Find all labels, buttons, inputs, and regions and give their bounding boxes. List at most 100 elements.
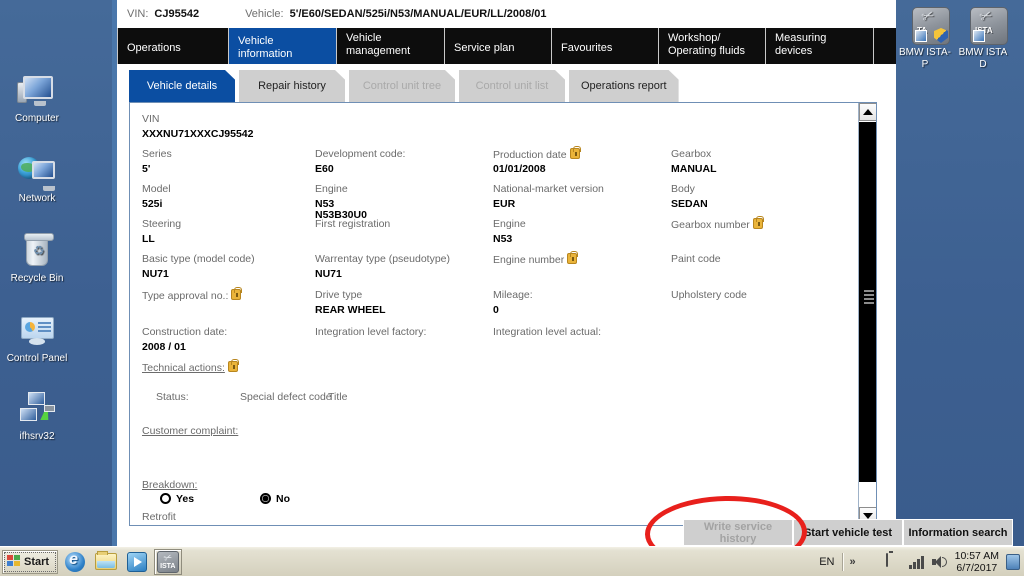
special-defect-code-column-header: Special defect code [240,391,332,403]
subtab-control-unit-tree: Control unit tree [349,70,455,102]
clock-date: 6/7/2017 [956,561,998,574]
field-value-model: 525i [142,198,163,210]
field-label-first-registration: First registration [315,218,391,230]
tab-label: Vehicle information [238,35,293,60]
main-tab-bar: Operations Vehicle information Vehicle m… [117,28,896,64]
field-label-gearbox: Gearbox [671,148,712,160]
desktop-icon-label: BMW ISTA D [958,47,1008,70]
subtab-vehicle-details[interactable]: Vehicle details [129,70,235,102]
subtab-label: Vehicle details [146,80,218,92]
subtab-repair-history[interactable]: Repair history [239,70,345,102]
windows-logo-icon [7,555,21,568]
desktop-icon-ifhsrv32[interactable]: ifhsrv32 [0,390,74,443]
start-button[interactable]: Start [2,549,59,574]
status-column-header: Status: [156,391,189,403]
recycle-bin-icon [17,232,57,270]
retrofit-label: Retrofit [142,511,176,523]
language-indicator[interactable]: EN [819,556,834,568]
desktop-icon-control-panel[interactable]: Control Panel [0,312,74,365]
field-label-integration-level-factory: Integration level factory: [315,326,427,338]
breakdown-radio-no[interactable]: No [260,493,290,505]
customer-complaint-link[interactable]: Customer complaint: [142,425,238,437]
subtab-operations-report[interactable]: Operations report [569,70,679,102]
scrollbar-thumb[interactable] [859,122,876,482]
field-label-integration-level-actual: Integration level actual: [493,326,601,338]
radio-button-no[interactable] [260,493,271,504]
technical-actions-link[interactable]: Technical actions: [142,359,239,374]
breakdown-section-label: Breakdown: [142,479,197,491]
radio-button-yes[interactable] [160,493,171,504]
start-vehicle-test-button[interactable]: Start vehicle test [793,519,903,546]
tab-favourites[interactable]: Favourites [552,28,659,64]
internet-explorer-icon [65,551,86,572]
battery-icon[interactable] [885,552,902,570]
field-label-national-market-version: National-market version [493,183,604,195]
field-value-engine-2: N53 [493,233,513,245]
system-tray: EN » ✕ 10:57 AM 6/7/2017 [811,549,1024,575]
tab-vehicle-information[interactable]: Vehicle information [229,28,337,64]
tab-vehicle-management[interactable]: Vehicle management [337,28,445,64]
bmw-ista-p-icon: ✂TA [905,6,950,45]
subtab-label: Control unit tree [362,80,442,92]
vertical-scrollbar[interactable] [858,103,876,525]
tab-label-line1: Vehicle [346,32,382,44]
volume-icon[interactable] [931,555,948,569]
server-shortcut-icon [17,390,57,428]
network-signal-icon[interactable] [908,555,925,569]
scroll-up-button[interactable] [859,103,876,121]
tab-bar-filler [874,28,896,64]
field-label-engine-number: Engine number [493,251,579,266]
taskbar-media-player[interactable] [123,549,151,575]
taskbar-windows-explorer[interactable] [92,549,120,575]
bmw-ista-d-icon: ✂ISTA [963,6,1008,45]
information-search-button[interactable]: Information search [903,519,1013,546]
field-value-construction-date: 2008 / 01 [142,341,186,353]
field-label-production-date: Production date [493,146,581,161]
taskbar-ista-window[interactable]: ✂ ISTA [154,548,183,575]
show-desktop-button[interactable] [1006,553,1020,570]
clock-time: 10:57 AM [954,549,999,562]
tray-divider [841,552,843,571]
field-label-paint-code: Paint code [671,253,721,265]
tab-measuring-devices[interactable]: Measuring devices [766,28,874,64]
desktop-icon-bmw-ista-p[interactable]: ✂TA BMW ISTA-P [897,6,953,71]
desktop-icon-bmw-ista-d[interactable]: ✂ISTA BMW ISTA D [955,6,1011,71]
vin-label: VIN: [127,7,149,20]
desktop-icon-network[interactable]: Network [0,152,74,205]
desktop-icon-label: Control Panel [6,353,68,364]
tab-operations[interactable]: Operations [117,28,229,64]
vin-value: CJ95542 [154,7,200,20]
write-service-history-button: Write service history [683,519,793,546]
field-label-model: Model [142,183,171,195]
tab-workshop-operating-fluids[interactable]: Workshop/ Operating fluids [659,28,766,64]
field-label-gearbox-number: Gearbox number [671,216,764,231]
desktop-icon-recycle-bin[interactable]: Recycle Bin [0,232,74,285]
tab-service-plan[interactable]: Service plan [445,28,552,64]
desktop-icon-computer[interactable]: Computer [0,72,74,125]
action-center-shield-icon[interactable]: ✕ [863,554,879,570]
tab-label: Favourites [561,41,613,54]
clock[interactable]: 10:57 AM 6/7/2017 [955,550,999,574]
field-label-mileage: Mileage: [493,289,533,301]
breakdown-radio-yes[interactable]: Yes [160,493,194,505]
tab-label-line2: management [346,45,411,57]
field-label-drive-type: Drive type [315,289,363,301]
desktop-icon-label: Computer [15,113,59,124]
field-label-text: Type approval no.: [142,290,229,302]
field-value-basic-type: NU71 [142,268,169,280]
field-label-engine-2: Engine [493,218,526,230]
taskbar-internet-explorer[interactable] [61,549,89,575]
action-button-bar: Write service history Start vehicle test… [683,519,1013,546]
show-hidden-icons-icon[interactable]: » [850,556,856,568]
subtab-control-unit-list: Control unit list [459,70,565,102]
taskbar: Start ✂ISTA EN » ✕ 10:57 AM 6/7/2017 [0,546,1024,576]
desktop-icon-label: Network [18,193,56,204]
field-label-type-approval: Type approval no.: [142,287,243,302]
vehicle-value: 5'/E60/SEDAN/525i/N53/MANUAL/EUR/LL/2008… [289,7,547,20]
lock-warning-icon [231,287,243,300]
subtab-label: Control unit list [475,80,549,92]
desktop-icon-label: ifhsrv32 [19,431,55,442]
field-label-upholstery-code: Upholstery code [671,289,747,301]
lock-warning-icon [227,359,239,372]
radio-label-no: No [276,493,290,505]
